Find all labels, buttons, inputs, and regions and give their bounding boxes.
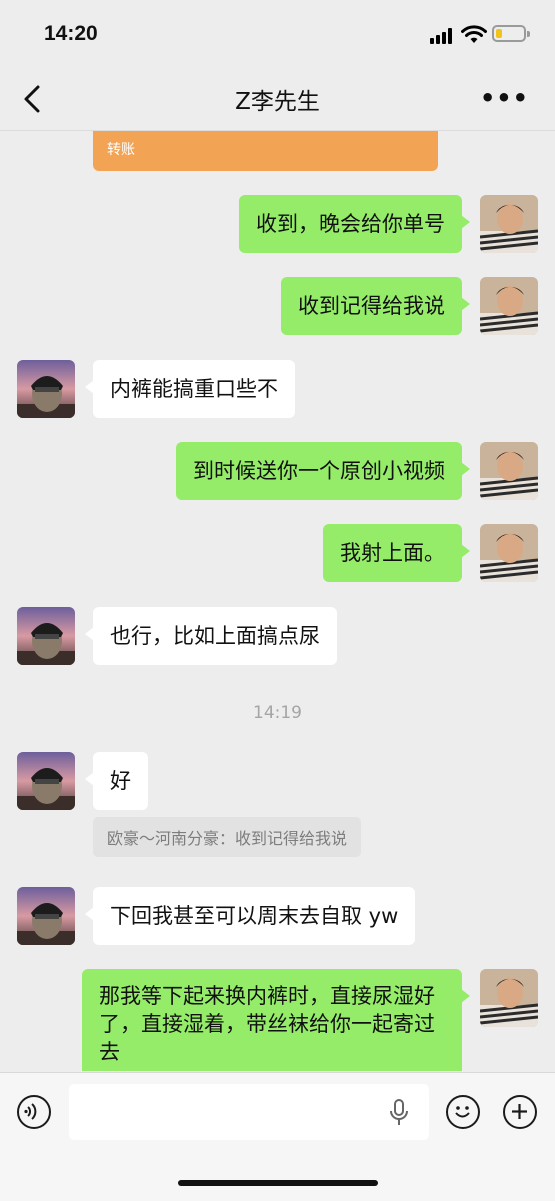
message-bubble[interactable]: 也行，比如上面搞点尿	[85, 607, 337, 665]
home-indicator	[178, 1180, 378, 1186]
contact-avatar[interactable]	[17, 887, 75, 945]
my-avatar[interactable]	[480, 277, 538, 335]
microphone-icon[interactable]	[389, 1099, 409, 1127]
my-avatar[interactable]	[480, 442, 538, 500]
status-time: 14:20	[44, 22, 98, 45]
contact-avatar[interactable]	[17, 360, 75, 418]
message-bubble[interactable]: 内裤能搞重口些不	[85, 360, 295, 418]
message-bubble[interactable]: 我射上面。	[323, 524, 470, 582]
my-avatar[interactable]	[480, 524, 538, 582]
chat-header: Z李先生 •••	[0, 68, 555, 131]
message-bubble[interactable]: 那我等下起来换内裤时，直接尿湿好了，直接湿着，带丝袜给你一起寄过去	[82, 969, 470, 1071]
wifi-icon	[461, 25, 487, 43]
battery-icon	[492, 25, 530, 42]
status-bar: 14:20	[0, 0, 555, 68]
message-input[interactable]	[69, 1084, 429, 1140]
contact-avatar[interactable]	[17, 607, 75, 665]
message-bubble[interactable]: 下回我甚至可以周末去自取 yw	[84, 887, 416, 945]
my-avatar[interactable]	[480, 969, 538, 1027]
chat-title: Z李先生	[235, 89, 320, 115]
message-bubble[interactable]: 好	[85, 752, 148, 810]
more-dots-icon[interactable]: •••	[480, 84, 529, 112]
voice-icon[interactable]	[17, 1095, 51, 1129]
message-bubble[interactable]: 到时候送你一个原创小视频	[176, 442, 470, 500]
contact-avatar[interactable]	[17, 752, 75, 810]
message-list[interactable]: 转账 收到，晚会给你单号 收到记得给我说 内裤能搞重口些不 到时候送你一个原创小…	[0, 131, 555, 1071]
message-timestamp: 14:19	[253, 703, 302, 723]
message-bubble[interactable]: 收到，晚会给你单号	[239, 195, 470, 253]
message-bubble[interactable]: 收到记得给我说	[281, 277, 470, 335]
signal-icon	[430, 28, 456, 44]
quoted-reply[interactable]: 欧豪～河南分豪：收到记得给我说	[93, 817, 362, 857]
transfer-card[interactable]: 转账	[93, 131, 438, 171]
emoji-icon[interactable]	[446, 1095, 480, 1129]
plus-icon[interactable]	[503, 1095, 537, 1129]
my-avatar[interactable]	[480, 195, 538, 253]
transfer-label: 转账	[107, 142, 135, 158]
